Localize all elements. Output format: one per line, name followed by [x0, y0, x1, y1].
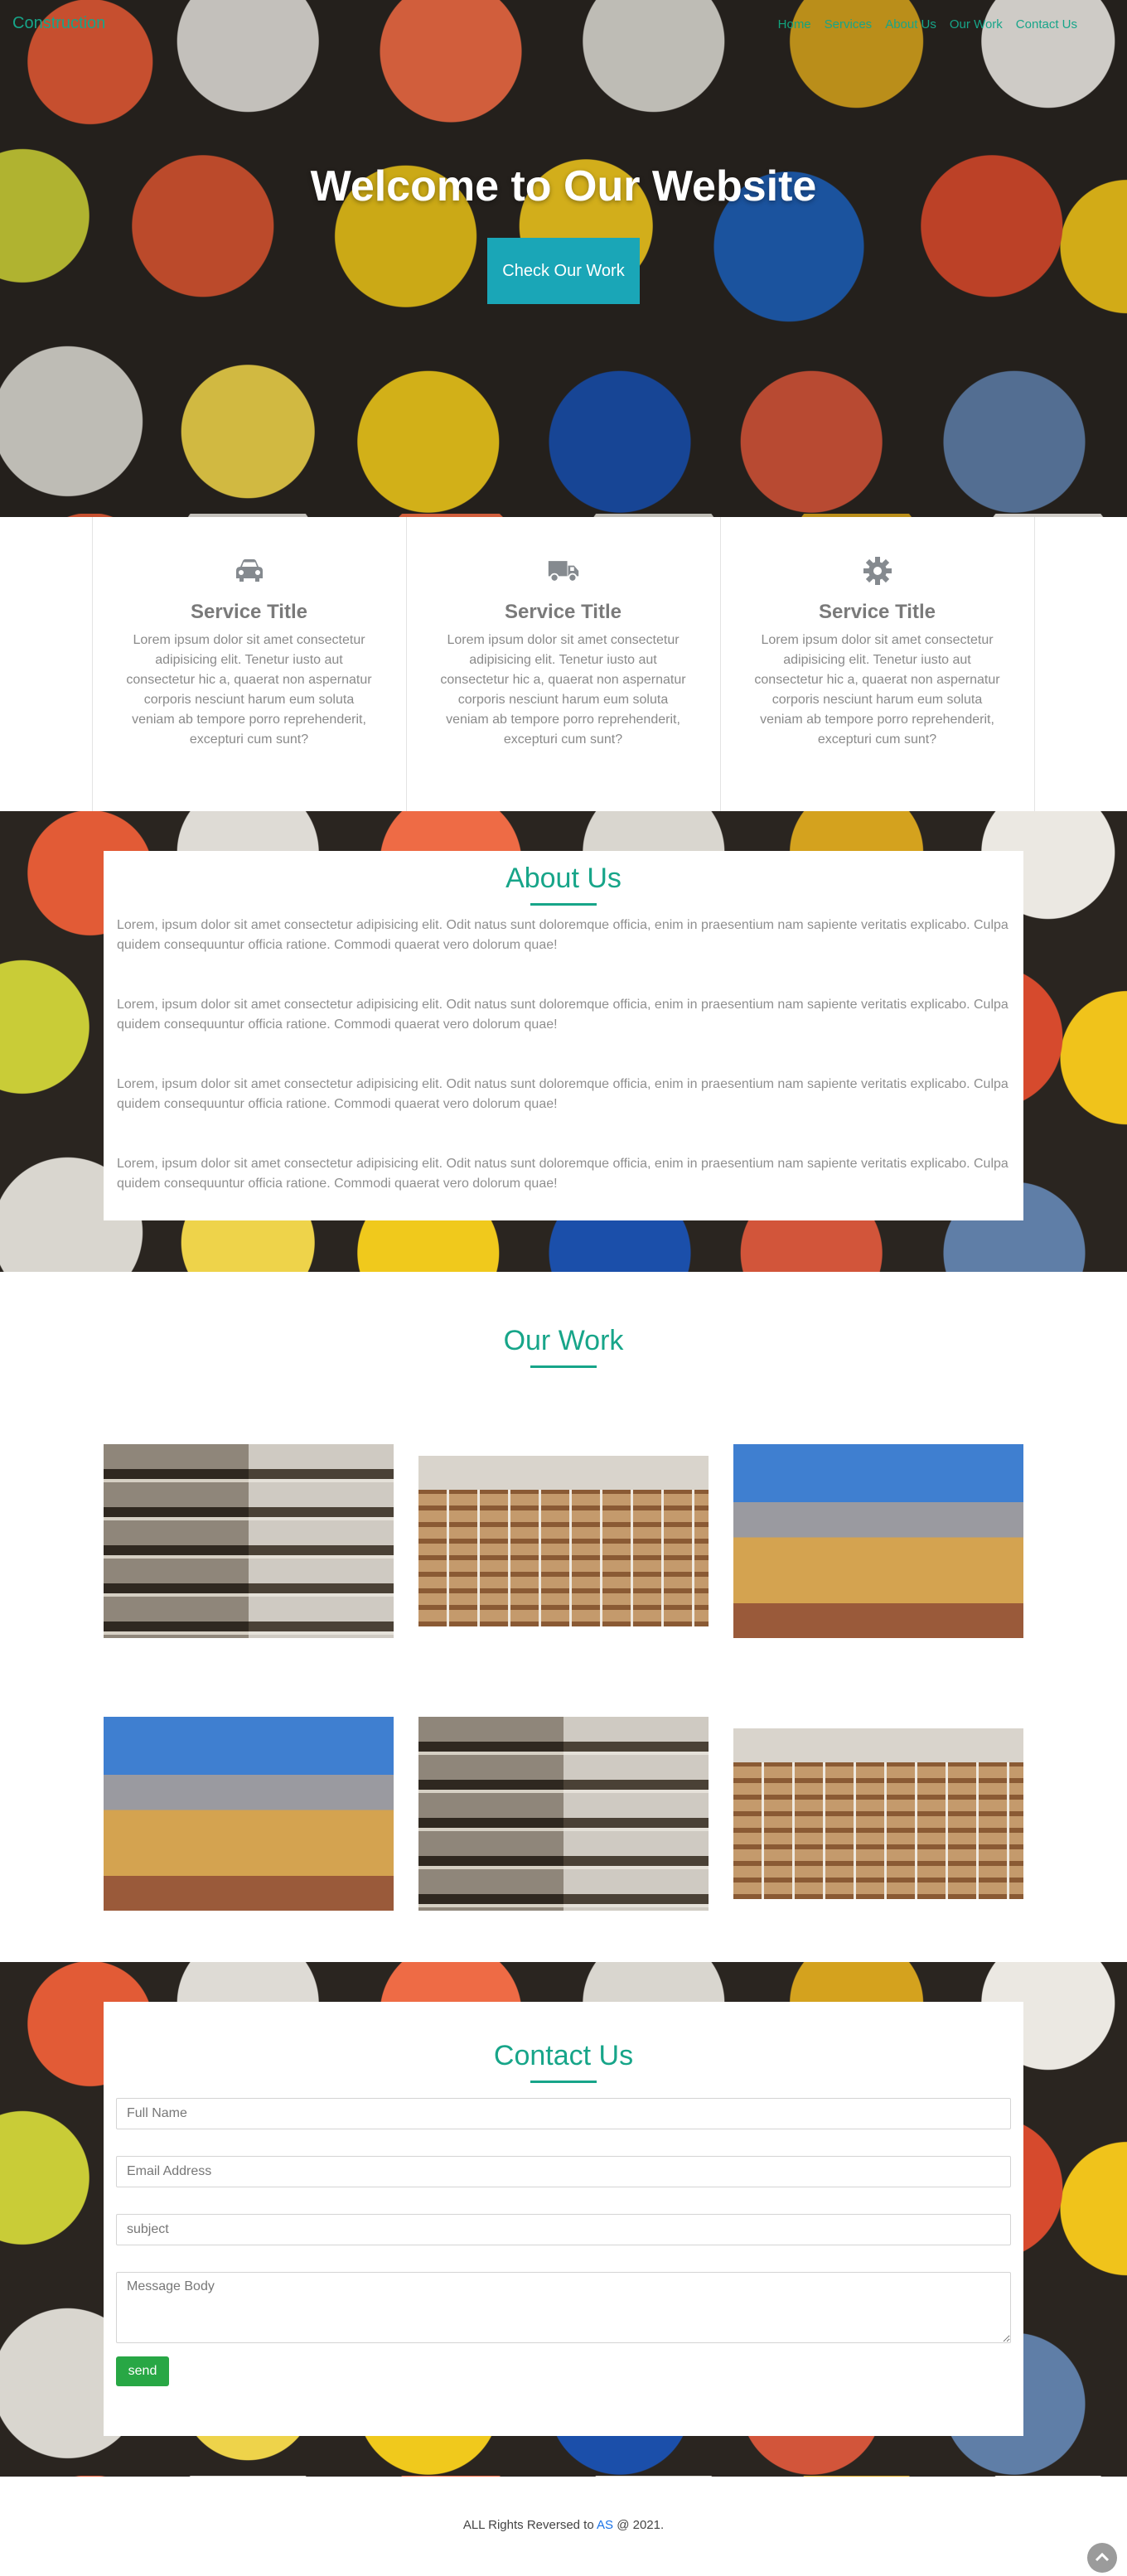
- footer: ALL Rights Reversed to AS @ 2021.: [0, 2477, 1127, 2576]
- message-textarea[interactable]: [116, 2272, 1011, 2343]
- about-paragraph: Lorem, ipsum dolor sit amet consectetur …: [117, 918, 1008, 952]
- hero-title: Welcome to Our Website: [310, 162, 817, 210]
- service-title: Service Title: [505, 601, 622, 623]
- work-image-scaffold[interactable]: [733, 1717, 1023, 1911]
- car-icon: [233, 554, 266, 587]
- send-button[interactable]: send: [116, 2356, 169, 2386]
- nav-link-about[interactable]: About Us: [885, 17, 936, 31]
- chevron-up-icon: [1095, 2551, 1110, 2565]
- truck-icon: [547, 554, 580, 587]
- service-title: Service Title: [191, 601, 307, 623]
- author-link[interactable]: AS: [597, 2518, 613, 2532]
- brand-logo[interactable]: Construction: [12, 14, 105, 33]
- nav-link-home[interactable]: Home: [778, 17, 811, 31]
- work-image-house[interactable]: [104, 1717, 394, 1911]
- contact-title: Contact Us: [493, 2040, 634, 2071]
- nav-link-work[interactable]: Our Work: [950, 17, 1003, 31]
- service-description: Lorem ipsum dolor sit amet consectetur a…: [440, 633, 686, 747]
- hero-section: Construction Home Services About Us Our …: [0, 0, 1127, 517]
- title-underline: [530, 1365, 597, 1368]
- service-description: Lorem ipsum dolor sit amet consectetur a…: [754, 633, 1000, 747]
- gear-icon: [861, 554, 894, 587]
- services-section: Service Title Lorem ipsum dolor sit amet…: [0, 517, 1127, 811]
- about-paragraph: Lorem, ipsum dolor sit amet consectetur …: [117, 998, 1008, 1032]
- service-card: Service Title Lorem ipsum dolor sit amet…: [405, 517, 721, 811]
- work-image-building[interactable]: [104, 1444, 394, 1638]
- service-card: Service Title Lorem ipsum dolor sit amet…: [91, 517, 407, 811]
- service-title: Service Title: [819, 601, 936, 623]
- contact-section: Contact Us send: [0, 1962, 1127, 2477]
- work-title: Our Work: [503, 1325, 624, 1356]
- work-gallery: [104, 1444, 1023, 1911]
- nav-link-contact[interactable]: Contact Us: [1016, 17, 1077, 31]
- work-image-scaffold[interactable]: [418, 1444, 709, 1638]
- work-image-house[interactable]: [733, 1444, 1023, 1638]
- about-section: About Us Lorem, ipsum dolor sit amet con…: [0, 811, 1127, 1272]
- full-name-input[interactable]: [116, 2098, 1011, 2129]
- scroll-to-top-button[interactable]: [1087, 2543, 1117, 2573]
- navbar: Construction Home Services About Us Our …: [0, 0, 1127, 46]
- about-title: About Us: [505, 863, 622, 894]
- about-paragraph: Lorem, ipsum dolor sit amet consectetur …: [117, 1077, 1008, 1111]
- contact-panel: Contact Us send: [104, 2002, 1023, 2436]
- work-section: Our Work: [0, 1272, 1127, 1962]
- about-panel: About Us Lorem, ipsum dolor sit amet con…: [104, 851, 1023, 1220]
- work-image-building[interactable]: [418, 1717, 709, 1911]
- nav-link-services[interactable]: Services: [825, 17, 873, 31]
- email-input[interactable]: [116, 2156, 1011, 2187]
- title-underline: [530, 903, 597, 906]
- check-our-work-button[interactable]: Check Our Work: [487, 238, 640, 304]
- service-description: Lorem ipsum dolor sit amet consectetur a…: [126, 633, 372, 747]
- contact-form: send: [116, 2098, 1011, 2386]
- nav-links: Home Services About Us Our Work Contact …: [778, 16, 1077, 31]
- about-paragraph: Lorem, ipsum dolor sit amet consectetur …: [117, 1157, 1008, 1191]
- subject-input[interactable]: [116, 2214, 1011, 2245]
- service-card: Service Title Lorem ipsum dolor sit amet…: [719, 517, 1035, 811]
- copyright-text: ALL Rights Reversed to AS @ 2021.: [462, 2518, 665, 2532]
- title-underline: [530, 2081, 597, 2083]
